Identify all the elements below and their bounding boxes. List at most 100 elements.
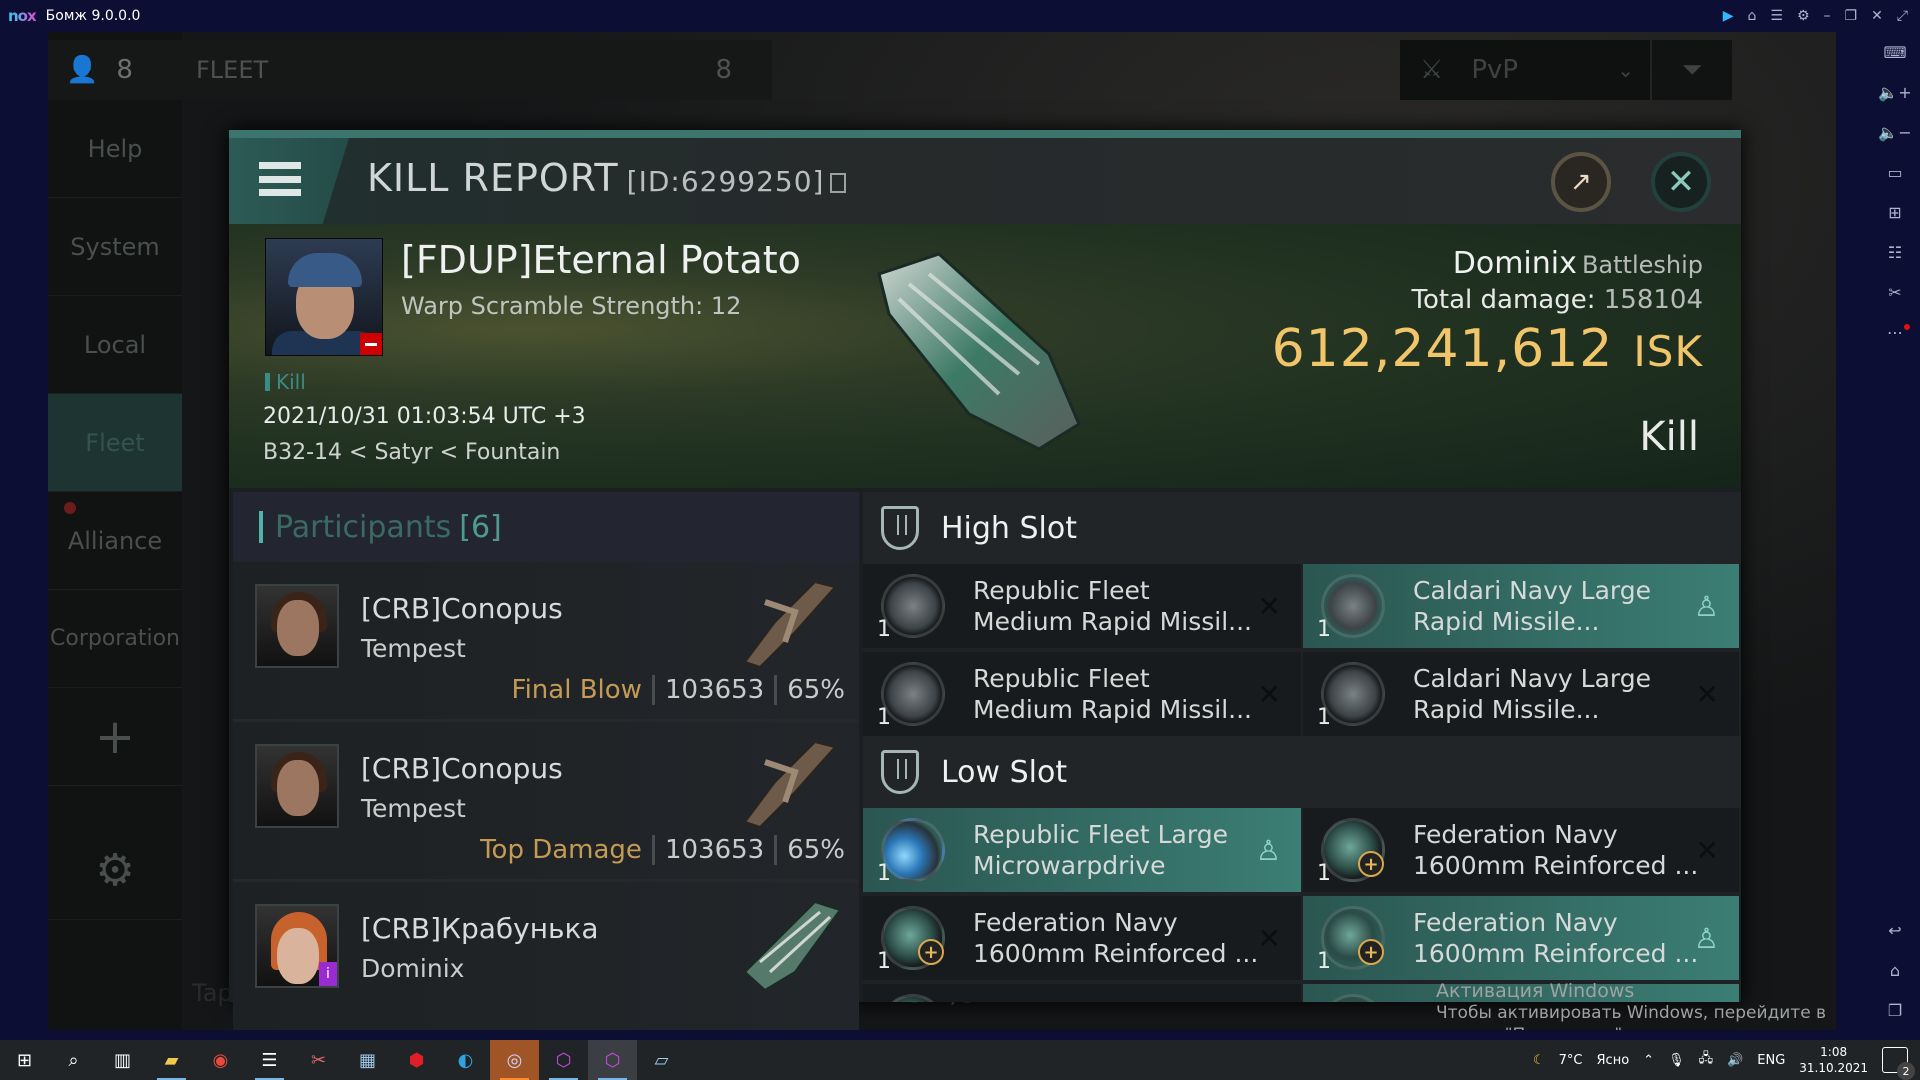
- kill-location[interactable]: B32-14 < Satyr < Fountain: [263, 440, 560, 465]
- module-qty: 1: [877, 861, 891, 886]
- back-icon[interactable]: ↩: [1870, 910, 1920, 950]
- task-view-icon[interactable]: ▥: [98, 1040, 147, 1080]
- file-explorer-icon[interactable]: ▰: [147, 1040, 196, 1080]
- chat-tab-corporation[interactable]: Corporation: [48, 590, 182, 688]
- module-name: Federation Navy 1600mm Reinforced ...: [1413, 908, 1699, 968]
- total-damage-label: Total damage:: [1411, 285, 1596, 315]
- nox-active-icon[interactable]: ⬡: [588, 1040, 637, 1080]
- stack-icon[interactable]: ☷: [1870, 232, 1920, 272]
- chevron-down-icon: ⌄: [1617, 58, 1634, 82]
- module-qty: 1: [877, 705, 891, 730]
- settings-icon[interactable]: ⚙: [1797, 8, 1810, 24]
- add-channel-button[interactable]: +: [48, 688, 182, 786]
- destroyed-x-icon: ✕: [1257, 922, 1281, 955]
- start-button[interactable]: ⊞: [0, 1040, 49, 1080]
- app-e-icon[interactable]: ☰: [245, 1040, 294, 1080]
- keyboard-icon[interactable]: ⌨: [1870, 32, 1920, 72]
- module-item[interactable]: 1 Republic Fleet Medium Rapid Missil... ✕: [863, 564, 1301, 648]
- restore-button[interactable]: ❐: [1845, 8, 1858, 24]
- module-item[interactable]: 1 Caldari Navy Large Rapid Missile... ✕: [1303, 652, 1739, 736]
- weather-temp[interactable]: 7°C: [1559, 1053, 1583, 1068]
- clock-date: 31.10.2021: [1799, 1061, 1868, 1075]
- unread-dot: [64, 502, 76, 514]
- module-item[interactable]: 1 Republic Fleet Medium Rapid Missil... ✕: [863, 652, 1301, 736]
- victim-portrait[interactable]: [265, 238, 383, 356]
- play-icon[interactable]: ▶: [1723, 8, 1734, 24]
- share-button[interactable]: ↗: [1551, 152, 1611, 212]
- minimize-button[interactable]: –: [1824, 8, 1831, 24]
- kill-report-id: [ID:6299250]: [626, 165, 825, 198]
- windows-taskbar: ⊞ ⌕ ▥ ▰ ◉ ☰ ✂ ▦ ⬢ ◐ ◎ ⬡ ⬡ ▱ ☾ 7°C Ясно ⌃…: [0, 1040, 1920, 1080]
- notifications-icon[interactable]: 2: [1882, 1047, 1915, 1080]
- participant-row[interactable]: i [CRB]Крабунька Dominix: [233, 882, 859, 1030]
- chat-members[interactable]: 👤 8: [48, 40, 182, 100]
- filter-funnel-icon[interactable]: ⏷: [1652, 40, 1732, 100]
- volume-down-icon[interactable]: 🔈−: [1870, 112, 1920, 152]
- scissors-icon[interactable]: ✂: [1870, 272, 1920, 312]
- participant-ship-image: [743, 740, 837, 829]
- nox-multi-icon[interactable]: ⬡: [539, 1040, 588, 1080]
- victim-name[interactable]: [FDUP]Eternal Potato: [401, 238, 801, 282]
- participant-ship: Tempest: [361, 794, 466, 823]
- participant-stats: Top Damage 103653 65%: [480, 835, 845, 865]
- copy-icon[interactable]: [830, 173, 847, 193]
- participant-ship-image: [743, 900, 842, 992]
- participants-header[interactable]: Participants [6]: [233, 492, 859, 562]
- module-item[interactable]: 1 Caldari Navy Large Rapid Missile... ♙: [1303, 564, 1739, 648]
- microphone-icon[interactable]: 🎙: [1668, 1053, 1685, 1068]
- title-text: KILL REPORT: [367, 156, 619, 200]
- app-m-icon[interactable]: ⬢: [392, 1040, 441, 1080]
- dropped-person-icon: ♙: [1693, 590, 1719, 623]
- android-home-icon[interactable]: ⌂: [1870, 950, 1920, 990]
- dropped-person-icon: ♙: [1693, 922, 1719, 955]
- isk-unit: ISK: [1633, 327, 1703, 376]
- ship-name[interactable]: Dominix: [1453, 246, 1577, 281]
- module-item[interactable]: 1 Republic Fleet Large Microwarpdrive ♙: [863, 808, 1301, 892]
- module-item[interactable]: +1 Federation Navy 1600mm Reinforced ... …: [1303, 896, 1739, 980]
- participant-name: [CRB]Conopus: [361, 752, 563, 785]
- network-icon[interactable]: 🖧: [1699, 1049, 1714, 1071]
- participant-stats: Final Blow 103653 65%: [512, 675, 845, 705]
- chat-tab-system[interactable]: System: [48, 198, 182, 296]
- kill-report-title: KILL REPORT [ID:6299250]: [367, 156, 847, 200]
- weather-text[interactable]: Ясно: [1597, 1053, 1630, 1068]
- participant-row[interactable]: [CRB]Conopus Tempest Top Damage 103653 6…: [233, 722, 859, 882]
- apk-install-icon[interactable]: ⊞: [1870, 192, 1920, 232]
- close-button[interactable]: ✕: [1651, 152, 1711, 212]
- fullscreen-icon[interactable]: ⤢: [1897, 8, 1908, 24]
- high-slot-modules: 1 Republic Fleet Medium Rapid Missil... ✕…: [863, 564, 1741, 736]
- pvp-filter-dropdown[interactable]: ⚔ PvP ⌄: [1400, 40, 1650, 100]
- more-icon[interactable]: ⋯: [1870, 312, 1920, 352]
- volume-up-icon[interactable]: 🔈+: [1870, 72, 1920, 112]
- module-item[interactable]: +1 Federation Navy 1600mm Reinforced ... …: [863, 896, 1301, 980]
- victim-ship-image[interactable]: [849, 244, 1109, 464]
- show-hidden-icons[interactable]: ⌃: [1643, 1053, 1654, 1068]
- module-item[interactable]: +1 Federation Navy 1600mm Reinforced ... …: [1303, 808, 1739, 892]
- total-damage: Total damage: 158104: [1272, 285, 1703, 315]
- edge-icon[interactable]: ◐: [441, 1040, 490, 1080]
- isk-value: 612,241,612 ISK: [1272, 319, 1703, 379]
- chrome-icon[interactable]: ◉: [196, 1040, 245, 1080]
- menu-button[interactable]: [229, 138, 349, 224]
- destroyed-x-icon: ✕: [1257, 590, 1281, 623]
- close-window-button[interactable]: ✕: [1871, 8, 1883, 24]
- chat-settings-gear-icon[interactable]: ⚙: [48, 822, 182, 920]
- language-indicator[interactable]: ENG: [1757, 1053, 1785, 1068]
- recent-apps-icon[interactable]: ❐: [1870, 990, 1920, 1030]
- snipping-tool-icon[interactable]: ✂: [294, 1040, 343, 1080]
- chat-tab-local[interactable]: Local: [48, 296, 182, 394]
- screen-icon[interactable]: ▭: [1870, 152, 1920, 192]
- search-icon[interactable]: ⌕: [49, 1040, 98, 1080]
- notepad-icon[interactable]: ▱: [637, 1040, 686, 1080]
- module-item[interactable]: 1 Federation N...: [863, 984, 1301, 1002]
- menu-icon[interactable]: ☰: [1770, 8, 1783, 24]
- chat-tab-help[interactable]: Help: [48, 100, 182, 198]
- chat-tab-fleet[interactable]: Fleet: [48, 394, 182, 492]
- clock[interactable]: 1:08 31.10.2021: [1799, 1044, 1868, 1076]
- discord-icon[interactable]: ◎: [490, 1040, 539, 1080]
- ship-class: Battleship: [1581, 251, 1703, 279]
- participant-row[interactable]: [CRB]Conopus Tempest Final Blow 103653 6…: [233, 562, 859, 722]
- calculator-icon[interactable]: ▦: [343, 1040, 392, 1080]
- home-icon[interactable]: ⌂: [1747, 8, 1756, 24]
- volume-icon[interactable]: 🔊: [1727, 1053, 1743, 1068]
